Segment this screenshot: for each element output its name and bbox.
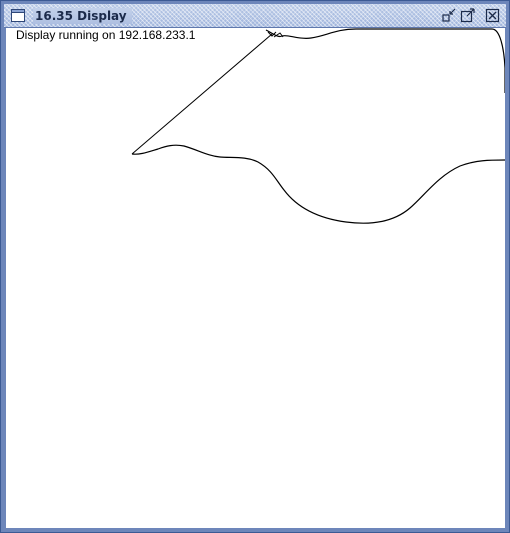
- status-text: Display running on 192.168.233.1: [16, 28, 196, 42]
- minimize-icon: [442, 8, 456, 22]
- curve-upper: [265, 28, 505, 93]
- display-window: 16.35 Display Display running on 192.168…: [0, 0, 510, 533]
- maximize-button[interactable]: [460, 8, 476, 23]
- close-icon: [485, 8, 500, 23]
- display-canvas[interactable]: Display running on 192.168.233.1: [6, 28, 505, 528]
- window-icon: [11, 9, 25, 22]
- curve-lower: [131, 144, 505, 224]
- minimize-button[interactable]: [441, 8, 457, 23]
- title-bar[interactable]: 16.35 Display: [4, 4, 506, 28]
- maximize-icon: [460, 8, 475, 23]
- close-button[interactable]: [485, 8, 501, 23]
- drawing-canvas: [131, 28, 505, 224]
- diagonal-line: [131, 33, 273, 155]
- window-title: 16.35 Display: [33, 8, 132, 24]
